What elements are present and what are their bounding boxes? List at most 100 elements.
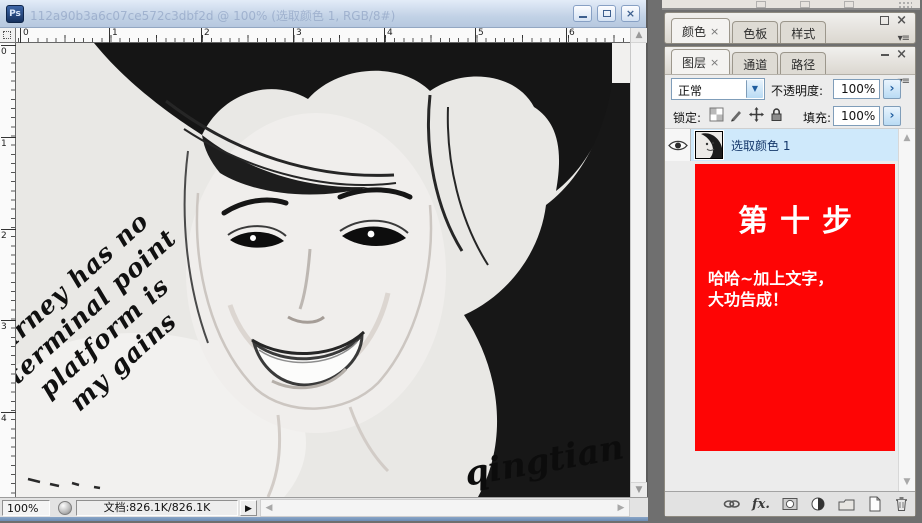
status-bar: 100% 文档:826.1K/826.1K ▶ ◀ ▶ [0,497,648,517]
blend-mode-value: 正常 [678,84,702,98]
ruler-label: 0 [1,45,16,57]
vertical-ruler[interactable]: 0 1 2 3 4 [0,43,16,497]
zoom-level-field[interactable]: 100% [2,500,50,516]
scroll-down-icon[interactable]: ▼ [631,482,647,497]
layers-panel-group: 图层 × 通道 路径 × ▾≡ 正常 ▼ 不透明度: 100% › [664,46,916,517]
layer-name[interactable]: 选取颜色 1 [731,137,790,154]
photoshop-app-icon: Ps [6,5,24,23]
new-group-icon[interactable] [838,497,855,512]
fill-slider-button[interactable]: › [883,106,901,126]
document-window: Ps 112a90b3a6c07ce572c3dbf2d @ 100% (选取颜… [0,0,648,521]
tutorial-note: 第十步 哈哈~加上文字， 大功告成！ [695,164,895,451]
panel-column: 颜色 × 色板 样式 × ▾≡ 图层 × 通道 路径 [660,0,922,523]
fill-field[interactable]: 100% [833,106,880,126]
scroll-up-icon[interactable]: ▲ [899,133,915,143]
layers-list: 选取颜色 1 第十步 哈哈~加上文字， 大功告成！ ▲ ▼ [665,129,915,493]
tab-channels[interactable]: 通道 [732,52,778,74]
document-title: 112a90b3a6c07ce572c3dbf2d @ 100% (选取颜色 1… [30,7,550,24]
layers-list-scrollbar[interactable]: ▲ ▼ [898,129,915,493]
tab-styles[interactable]: 样式 [780,21,826,43]
layers-panel-footer: fx. [665,491,915,516]
ruler-label: 3 [293,28,302,43]
opacity-label: 不透明度: [771,82,823,99]
ruler-origin-box[interactable] [0,28,16,43]
panel-strip-icon [800,1,810,8]
tab-layers-label: 图层 [682,54,706,71]
layers-panel-header: 图层 × 通道 路径 × ▾≡ [665,47,915,75]
tab-color[interactable]: 颜色 × [671,18,730,43]
scroll-left-icon[interactable]: ◀ [262,500,276,516]
fill-label: 填充: [803,109,831,126]
canvas[interactable]: Journey has no terminal point platform i… [16,43,630,497]
tab-swatches[interactable]: 色板 [732,21,778,43]
panel-strip-icon [844,1,854,8]
layer-styles-icon[interactable]: fx. [752,497,770,512]
adjustment-layer-icon[interactable] [810,496,826,512]
blend-mode-row: 正常 ▼ 不透明度: 100% › [665,77,915,103]
restore-button[interactable] [597,5,616,22]
chevron-down-icon[interactable]: ▼ [746,80,763,98]
panel-close-icon[interactable]: × [896,13,907,28]
layer-thumbnail[interactable] [695,131,723,159]
ruler-label: 2 [1,229,16,241]
ruler-label: 5 [475,28,484,43]
ruler-label: 3 [1,320,16,332]
note-line: 大功告成！ [708,289,882,310]
ruler-label: 1 [1,137,16,149]
close-tab-icon[interactable]: × [710,56,719,69]
blend-mode-select[interactable]: 正常 ▼ [671,78,765,100]
lock-transparency-icon[interactable] [709,107,724,122]
panel-menu-icon[interactable]: ▾≡ [898,33,909,44]
horizontal-ruler[interactable]: 0 1 2 3 4 5 6 [16,28,630,43]
thumbnail-image [696,132,722,158]
delete-layer-icon[interactable] [894,496,909,512]
window-bottom-border [0,517,648,521]
layer-row[interactable]: 选取颜色 1 [665,129,899,161]
ruler-label: 2 [201,28,210,43]
opacity-slider-button[interactable]: › [883,79,901,99]
lock-move-icon[interactable] [749,107,764,122]
document-size-info: 文档:826.1K/826.1K [76,500,238,516]
scroll-right-icon[interactable]: ▶ [614,500,628,516]
ruler-label: 1 [109,28,118,43]
ruler-label: 4 [384,28,393,43]
document-titlebar[interactable]: Ps 112a90b3a6c07ce572c3dbf2d @ 100% (选取颜… [0,0,646,28]
minimize-button[interactable] [573,5,592,22]
add-mask-icon[interactable] [782,496,798,512]
lock-label: 锁定: [673,109,701,126]
new-layer-icon[interactable] [867,496,882,512]
panel-minimize-icon[interactable] [881,50,889,56]
ruler-origin-icon [3,31,11,39]
lock-paint-icon[interactable] [729,107,744,122]
status-menu-arrow[interactable]: ▶ [240,500,257,516]
cropped-panel-strip [662,0,920,10]
scroll-up-icon[interactable]: ▲ [631,28,647,43]
opacity-field[interactable]: 100% [833,79,880,99]
photoshop-workspace: Ps 112a90b3a6c07ce572c3dbf2d @ 100% (选取颜… [0,0,922,523]
lock-row: 锁定: 填充: 100% › [665,103,915,129]
ruler-label: 0 [20,28,29,43]
panel-strip-icon [756,1,766,8]
tab-color-label: 颜色 [682,23,706,40]
status-circle-icon [58,501,72,515]
tab-paths[interactable]: 路径 [780,52,826,74]
tab-layers[interactable]: 图层 × [671,49,730,74]
scroll-down-icon[interactable]: ▼ [899,477,915,487]
restore-icon [603,10,611,17]
visibility-toggle[interactable] [665,129,691,161]
note-line: 哈哈~加上文字， [708,268,882,289]
vertical-scrollbar[interactable]: ▲ ▼ [630,28,646,497]
eye-icon [668,139,688,152]
ruler-label: 4 [1,412,16,424]
resize-grip-icon[interactable] [898,1,912,9]
panel-close-icon[interactable]: × [896,47,907,62]
horizontal-scrollbar[interactable]: ◀ ▶ [260,499,630,517]
color-panel-group: 颜色 × 色板 样式 × ▾≡ [664,12,916,44]
ruler-label: 6 [566,28,575,43]
close-tab-icon[interactable]: × [710,25,719,38]
link-layers-icon[interactable] [723,496,740,512]
panel-collapse-icon[interactable] [880,16,889,25]
lock-all-icon[interactable] [769,107,784,122]
close-button[interactable]: × [621,5,640,22]
note-title: 第十步 [695,196,895,240]
